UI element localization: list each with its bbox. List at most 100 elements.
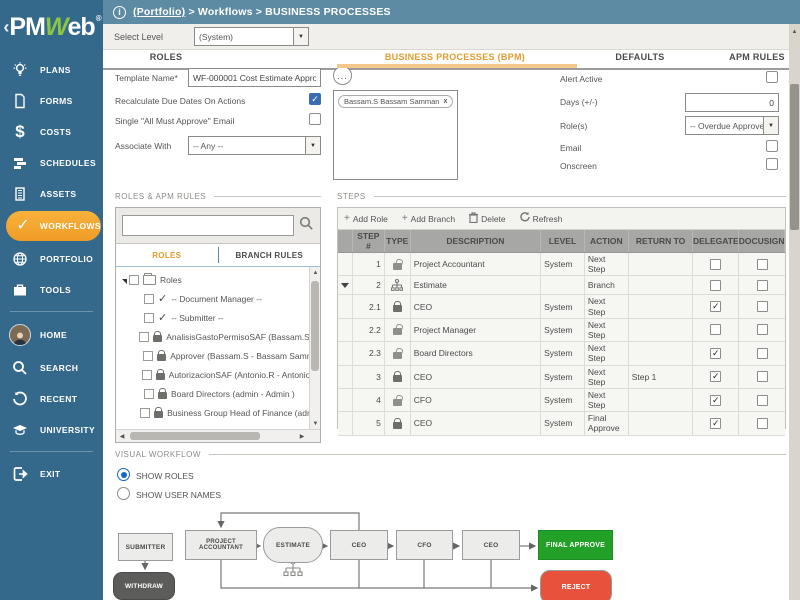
days-input[interactable]: [685, 93, 779, 112]
column-header-docusign[interactable]: DOCUSIGN: [739, 230, 785, 252]
remove-tag-icon[interactable]: x: [443, 98, 447, 105]
main-vertical-scrollbar[interactable]: ▲: [789, 24, 800, 600]
docusign-checkbox[interactable]: [756, 371, 768, 383]
ellipsis-button[interactable]: ...: [333, 66, 352, 85]
table-row[interactable]: 5 CEO System Final Approve: [338, 412, 785, 436]
sidebar-item-exit[interactable]: EXIT: [0, 458, 103, 489]
column-header-level[interactable]: LEVEL: [541, 230, 585, 252]
node-reject[interactable]: REJECT: [540, 570, 612, 600]
tree-horizontal-scrollbar[interactable]: ◀ ▶: [116, 429, 320, 442]
scrollbar-thumb[interactable]: [790, 84, 799, 230]
tab-branch-rules[interactable]: BRANCH RULES: [219, 244, 321, 266]
sidebar-item-tools[interactable]: TOOLS: [0, 274, 103, 305]
tree-item[interactable]: ✓ -- Submitter --: [116, 308, 320, 327]
tree-item-checkbox[interactable]: [129, 274, 139, 285]
tree-item[interactable]: ✓ Roles: [116, 270, 320, 289]
column-header-type[interactable]: TYPE: [385, 230, 411, 252]
node-withdraw[interactable]: WITHDRAW: [113, 572, 175, 600]
node-cfo[interactable]: CFO: [396, 530, 453, 560]
sidebar-item-search[interactable]: SEARCH: [0, 352, 103, 383]
docusign-checkbox[interactable]: [756, 279, 768, 291]
breadcrumb-portfolio-link[interactable]: (Portfolio): [133, 6, 185, 18]
column-header-action[interactable]: ACTION: [585, 230, 629, 252]
table-row[interactable]: 2.3 Board Directors System Next Step: [338, 342, 785, 366]
tree-item-checkbox[interactable]: [141, 369, 152, 380]
column-header-delegate[interactable]: DELEGATE: [693, 230, 740, 252]
add-branch-button[interactable]: + Add Branch: [402, 213, 455, 224]
tree-item[interactable]: ✓ -- Document Manager --: [116, 289, 320, 308]
row-expand-cell[interactable]: [338, 412, 353, 435]
scroll-down-icon[interactable]: ▼: [310, 418, 320, 429]
sidebar-item-forms[interactable]: FORMS: [0, 85, 103, 116]
roles-search-input[interactable]: [122, 215, 294, 236]
row-expand-cell[interactable]: [338, 276, 353, 295]
column-header-return-to[interactable]: RETURN TO: [629, 230, 694, 252]
table-row[interactable]: 2.2 Project Manager System Next Step: [338, 318, 785, 343]
tree-item[interactable]: ✓ AnalisisGastoPermisoSAF (Bassam.S - Ba…: [116, 327, 320, 346]
search-icon[interactable]: [299, 216, 314, 236]
delegate-checkbox[interactable]: [710, 417, 722, 429]
tree-item[interactable]: ✓ Approver (Bassam.S - Bassam Samman): [116, 346, 320, 365]
delegate-checkbox[interactable]: [710, 394, 722, 406]
table-row[interactable]: 3 CEO System Next Step Step 1: [338, 365, 785, 389]
table-row[interactable]: 2 Estimate Branch: [338, 276, 785, 296]
tab-defaults[interactable]: DEFAULTS: [615, 52, 664, 62]
tree-item-checkbox[interactable]: [140, 407, 151, 418]
sidebar-item-plans[interactable]: PLANS: [0, 54, 103, 85]
single-email-checkbox[interactable]: [309, 113, 321, 125]
show-roles-radio[interactable]: [117, 468, 130, 481]
node-estimate[interactable]: ESTIMATE: [263, 527, 323, 563]
row-expand-cell[interactable]: [338, 295, 353, 318]
sidebar-item-home[interactable]: HOME: [0, 318, 103, 352]
expand-caret-icon[interactable]: [340, 282, 349, 288]
tree-item-checkbox[interactable]: [139, 331, 150, 342]
template-name-input[interactable]: [188, 68, 321, 87]
tree-caret-icon[interactable]: [122, 278, 127, 284]
show-user-names-radio[interactable]: [117, 487, 130, 500]
tree-item-checkbox[interactable]: [143, 350, 154, 361]
tab-roles[interactable]: ROLES: [150, 52, 183, 62]
tree-item-checkbox[interactable]: [144, 388, 154, 399]
node-ceo-1[interactable]: CEO: [330, 530, 388, 560]
refresh-button[interactable]: Refresh: [519, 212, 562, 225]
scrollbar-thumb[interactable]: [311, 281, 319, 371]
row-expand-cell[interactable]: [338, 342, 353, 365]
onscreen-checkbox[interactable]: [766, 158, 778, 170]
scroll-up-icon[interactable]: ▲: [789, 26, 800, 37]
delegate-checkbox[interactable]: [710, 347, 722, 359]
delegate-checkbox[interactable]: [710, 324, 722, 336]
roles-dropdown[interactable]: -- Overdue Approver -- ▼: [685, 116, 779, 135]
associate-with-dropdown[interactable]: -- Any -- ▼: [188, 136, 321, 155]
row-expand-cell[interactable]: [338, 253, 353, 276]
docusign-checkbox[interactable]: [756, 394, 768, 406]
delete-button[interactable]: Delete: [469, 211, 506, 226]
sidebar-item-recent[interactable]: RECENT: [0, 383, 103, 414]
column-header-description[interactable]: DESCRIPTION: [411, 230, 542, 252]
sidebar-item-portfolio[interactable]: PORTFOLIO: [0, 243, 103, 274]
scrollbar-thumb[interactable]: [130, 432, 260, 440]
info-icon[interactable]: i: [113, 5, 126, 19]
alert-active-checkbox[interactable]: [766, 71, 778, 83]
notification-users-box[interactable]: Bassam.S Bassam Samman x: [333, 90, 458, 180]
tree-item[interactable]: ✓ Business Group Head of Finance (admin …: [116, 403, 320, 422]
docusign-checkbox[interactable]: [756, 417, 768, 429]
scroll-up-icon[interactable]: ▲: [310, 267, 320, 278]
scroll-right-icon[interactable]: ▶: [296, 430, 308, 442]
docusign-checkbox[interactable]: [756, 324, 768, 336]
recalculate-checkbox[interactable]: [309, 93, 321, 105]
tab-business-processes[interactable]: BUSINESS PROCESSES (BPM): [385, 52, 525, 62]
node-ceo-2[interactable]: CEO: [462, 530, 520, 560]
node-project-accountant[interactable]: PROJECT ACCOUNTANT: [185, 530, 257, 560]
sidebar-item-workflows[interactable]: ✓ WORKFLOWS: [6, 211, 101, 241]
sidebar-item-assets[interactable]: ASSETS: [0, 178, 103, 209]
tab-roles-inner[interactable]: ROLES: [116, 244, 218, 266]
chevron-down-icon[interactable]: ▼: [305, 137, 320, 154]
sidebar-item-costs[interactable]: $ COSTS: [0, 116, 103, 147]
delegate-checkbox[interactable]: [710, 371, 722, 383]
table-row[interactable]: 1 Project Accountant System Next Step: [338, 253, 785, 277]
table-row[interactable]: 4 CFO System Next Step: [338, 388, 785, 413]
row-expand-cell[interactable]: [338, 318, 353, 342]
chevron-down-icon[interactable]: ▼: [293, 28, 308, 45]
tree-vertical-scrollbar[interactable]: ▲ ▼: [309, 267, 320, 429]
docusign-checkbox[interactable]: [756, 258, 768, 270]
